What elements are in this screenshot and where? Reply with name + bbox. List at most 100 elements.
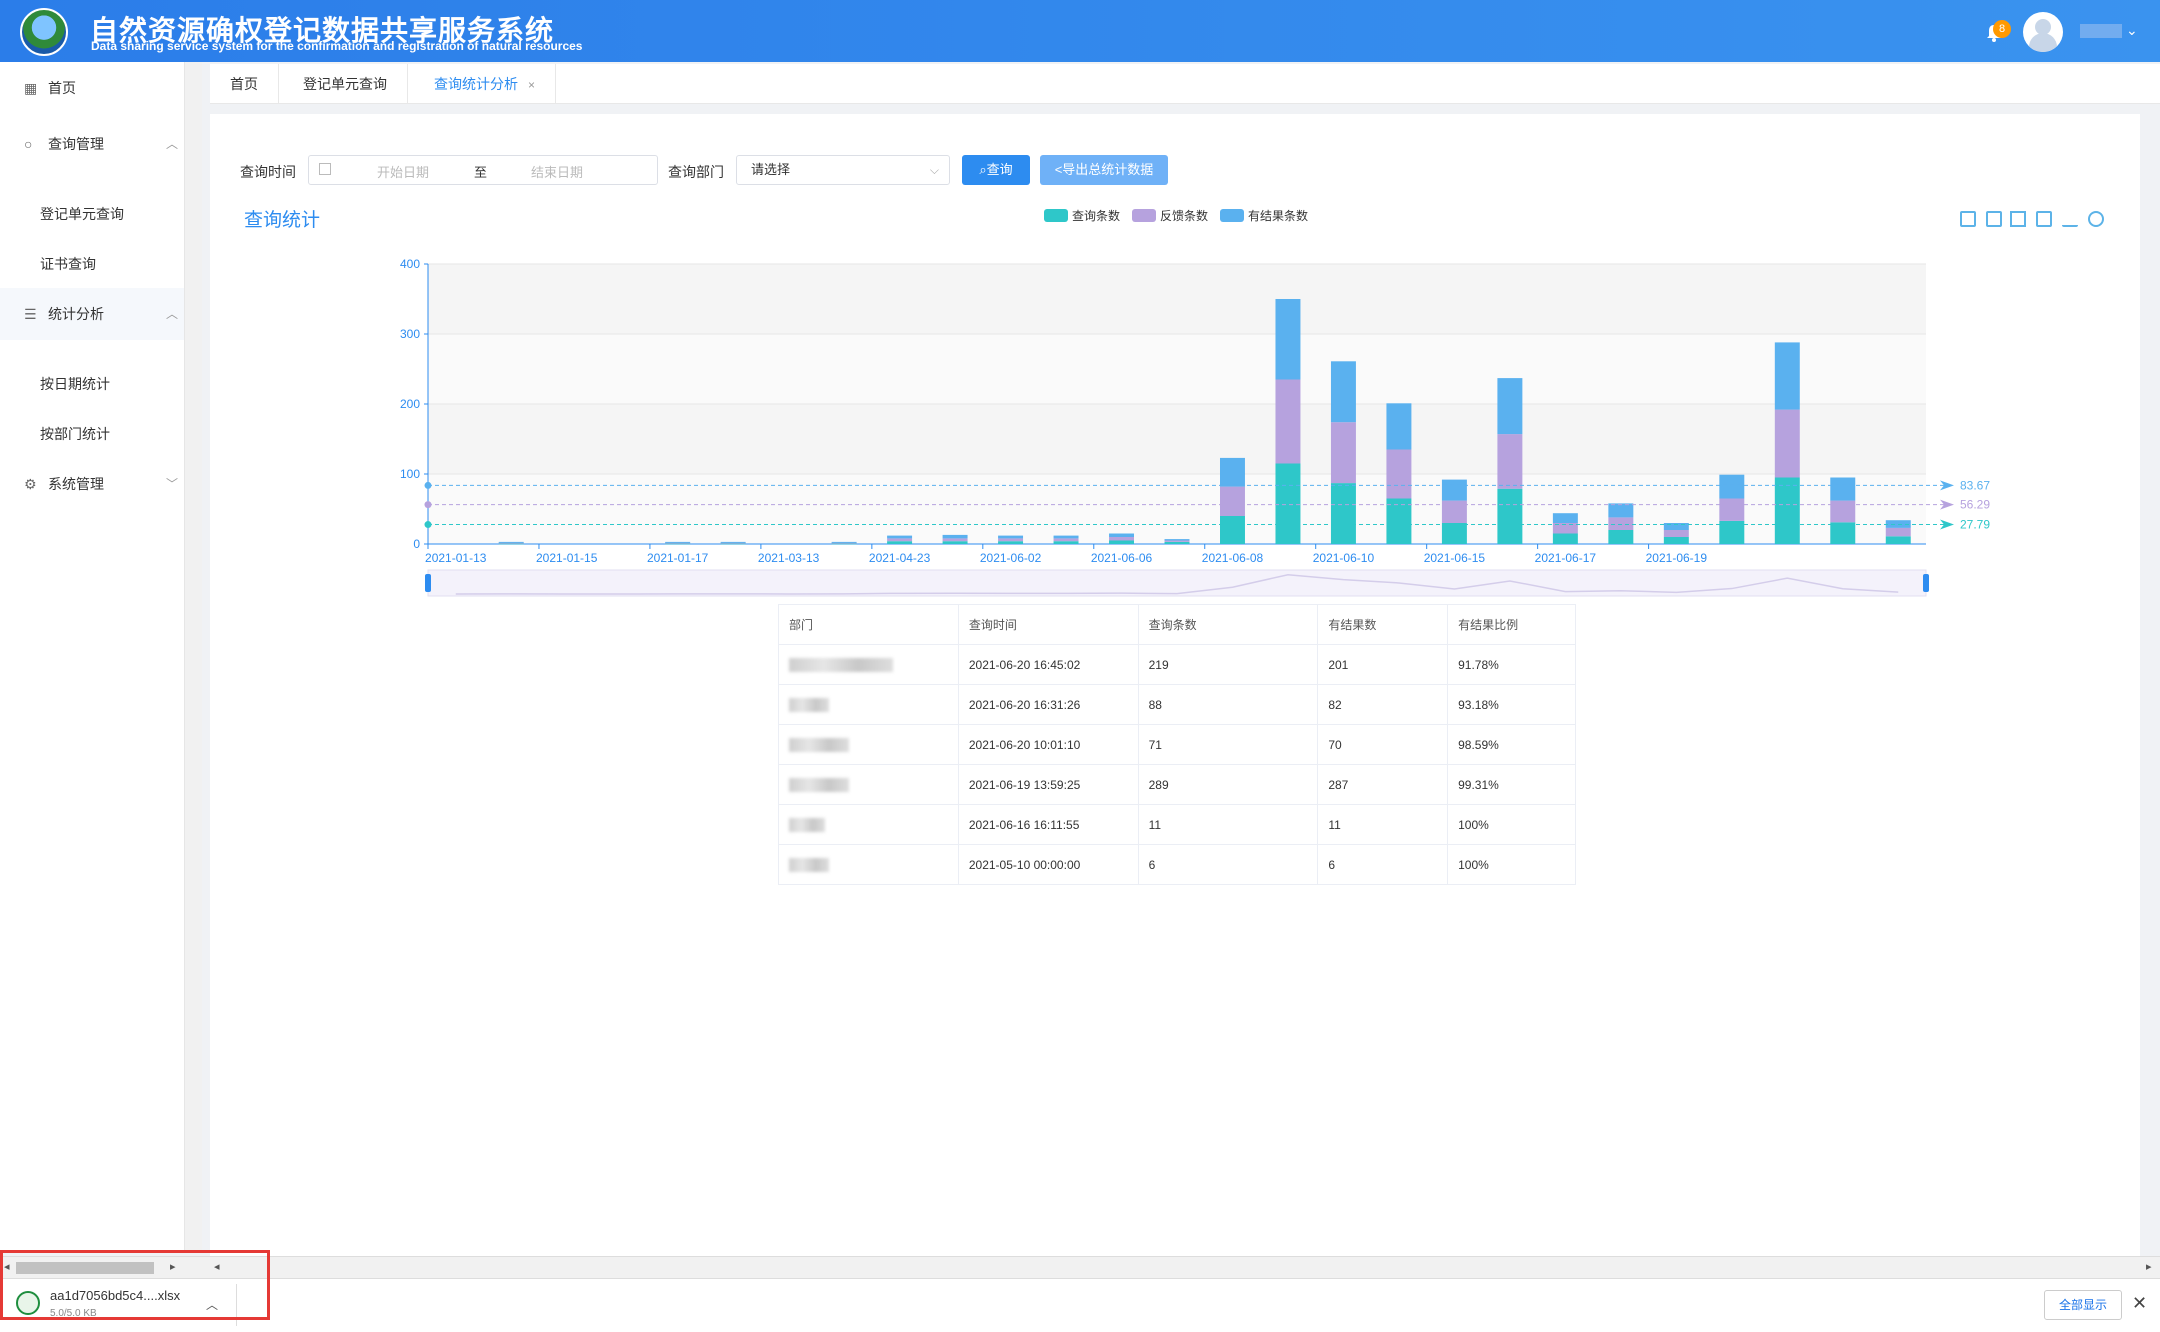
- cell-ratio: 99.31%: [1447, 764, 1576, 805]
- dept-cell-redacted: [778, 644, 959, 685]
- x-tick-label: 2021-03-13: [758, 551, 820, 565]
- bar-segment: [1164, 541, 1190, 544]
- x-tick-label: 2021-06-15: [1424, 551, 1486, 565]
- redacted-text: [789, 657, 893, 672]
- stacked-bar-chart: 0 100 200 300 400 2021-01-13 2021-01-15 2021-01…: [400, 257, 1990, 597]
- bar-segment: [887, 535, 913, 539]
- bar-segment: [1275, 379, 1301, 464]
- cell-count: 71: [1137, 724, 1319, 765]
- cell-results: 11: [1317, 804, 1449, 845]
- table-row: 2021-06-16 16:11:55 11 11 100%: [778, 804, 1576, 845]
- bar-segment: [1109, 533, 1135, 537]
- data-zoom-handle-left[interactable]: [425, 574, 431, 592]
- col-header-ratio: 有结果比例: [1447, 604, 1576, 645]
- bar-segment: [1053, 535, 1079, 539]
- cell-results: 201: [1317, 644, 1449, 685]
- cell-count: 88: [1137, 684, 1319, 725]
- bar-segment: [1441, 523, 1467, 544]
- download-bar: [0, 1278, 2160, 1332]
- bar-segment: [1219, 457, 1245, 487]
- bar-segment: [1109, 537, 1135, 541]
- cell-time: 2021-06-20 10:01:10: [957, 724, 1139, 765]
- y-tick-label: 400: [400, 257, 420, 271]
- dept-cell-redacted: [778, 684, 959, 725]
- table-row: 2021-06-20 16:31:26 88 82 93.18%: [778, 684, 1576, 725]
- close-icon[interactable]: ✕: [2132, 1293, 2147, 1314]
- redacted-text: [789, 777, 849, 792]
- cell-results: 82: [1317, 684, 1449, 725]
- bar-segment: [998, 541, 1024, 544]
- mark-line-label: 83.67: [1960, 478, 1990, 492]
- mark-line-label: 56.29: [1960, 498, 1990, 512]
- table-row: 2021-06-20 10:01:10 71 70 98.59%: [778, 724, 1576, 765]
- bar-segment: [1774, 409, 1800, 478]
- cell-ratio: 100%: [1447, 844, 1576, 885]
- x-tick-label: 2021-06-17: [1535, 551, 1597, 565]
- bar-segment: [1275, 299, 1301, 380]
- bar-segment: [1497, 434, 1523, 489]
- bar-segment: [831, 541, 857, 543]
- bar-segment: [1774, 477, 1800, 544]
- bar-segment: [1053, 538, 1079, 542]
- cell-ratio: 100%: [1447, 804, 1576, 845]
- bar-segment: [1219, 516, 1245, 544]
- highlight-box: [0, 1250, 270, 1320]
- mark-line-start: [424, 521, 432, 529]
- bar-segment: [1719, 498, 1745, 521]
- bar-segment: [1830, 477, 1856, 501]
- cell-count: 289: [1137, 764, 1319, 805]
- y-tick-label: 300: [400, 327, 420, 341]
- chart-band: [428, 334, 1926, 404]
- bar-segment: [998, 538, 1024, 542]
- bar-segment: [1663, 537, 1689, 544]
- dept-cell-redacted: [778, 764, 959, 805]
- data-zoom-handle-right[interactable]: [1923, 574, 1929, 592]
- cell-time: 2021-06-20 16:31:26: [957, 684, 1139, 725]
- bar-segment: [665, 541, 691, 543]
- cell-time: 2021-06-20 16:45:02: [957, 644, 1139, 685]
- redacted-text: [789, 737, 849, 752]
- table-header-row: 部门 查询时间 查询条数 有结果数 有结果比例: [778, 604, 1576, 645]
- bar-segment: [1275, 463, 1301, 544]
- redacted-text: [789, 697, 829, 712]
- bar-segment: [1441, 500, 1467, 523]
- col-header-time: 查询时间: [957, 604, 1139, 645]
- cell-count: 6: [1137, 844, 1319, 885]
- cell-count: 219: [1137, 644, 1319, 685]
- bar-segment: [1719, 474, 1745, 499]
- scroll-right-icon[interactable]: ▸: [2146, 1260, 2152, 1273]
- bar-segment: [1885, 536, 1911, 544]
- y-tick-label: 200: [400, 397, 420, 411]
- bar-segment: [1663, 530, 1689, 537]
- cell-ratio: 91.78%: [1447, 644, 1576, 685]
- bar-segment: [942, 538, 968, 542]
- data-zoom-slider: [427, 569, 1927, 597]
- mark-line-label: 27.79: [1960, 518, 1990, 532]
- y-tick-label: 0: [413, 537, 420, 551]
- cell-time: 2021-06-19 13:59:25: [957, 764, 1139, 805]
- x-tick-label: 2021-06-02: [980, 551, 1042, 565]
- cell-results: 70: [1317, 724, 1449, 765]
- bar-segment: [1219, 486, 1245, 516]
- bar-segment: [1608, 530, 1634, 544]
- cell-ratio: 93.18%: [1447, 684, 1576, 725]
- chart-band: [428, 404, 1926, 474]
- bar-segment: [998, 535, 1024, 539]
- x-tick-label: 2021-01-13: [425, 551, 487, 565]
- cell-results: 6: [1317, 844, 1449, 885]
- col-header-dept: 部门: [778, 604, 959, 645]
- show-all-button[interactable]: 全部显示: [2044, 1290, 2122, 1320]
- redacted-text: [789, 817, 825, 832]
- redacted-text: [789, 857, 829, 872]
- x-tick-label: 2021-01-15: [536, 551, 598, 565]
- bar-segment: [1608, 503, 1634, 518]
- bar-segment: [1552, 513, 1578, 523]
- bar-segment: [887, 538, 913, 542]
- bar-segment: [1885, 527, 1911, 537]
- chart-band: [428, 474, 1926, 544]
- col-header-results: 有结果数: [1317, 604, 1449, 645]
- horizontal-scrollbar[interactable]: ◂ ▸ ◂ ▸: [0, 1256, 2160, 1278]
- bar-segment: [720, 541, 746, 543]
- bar-segment: [1386, 449, 1412, 499]
- x-tick-label: 2021-06-10: [1313, 551, 1375, 565]
